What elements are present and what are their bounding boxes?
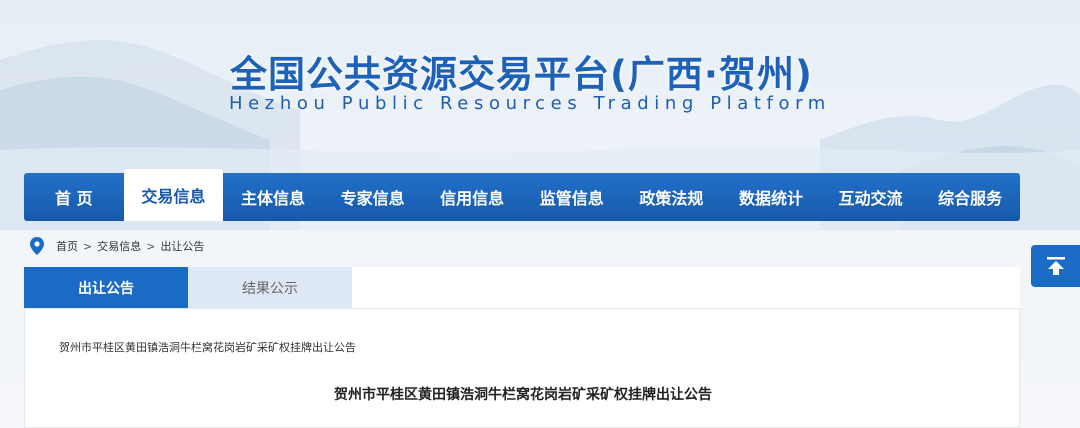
back-to-top-icon bbox=[1046, 257, 1065, 275]
nav-item-expert-info[interactable]: 专家信息 bbox=[323, 173, 423, 221]
site-subtitle: Hezhou Public Resources Trading Platform bbox=[229, 93, 831, 114]
breadcrumb-current: 出让公告 bbox=[160, 240, 205, 253]
nav-item-interaction[interactable]: 互动交流 bbox=[821, 173, 921, 221]
notice-content: 贺州市平桂区黄田镇浩洞牛栏窝花岗岩矿采矿权挂牌出让公告 贺州市平桂区黄田镇浩洞牛… bbox=[24, 309, 1020, 428]
nav-item-statistics[interactable]: 数据统计 bbox=[721, 173, 821, 221]
nav-item-home[interactable]: 首 页 bbox=[24, 173, 124, 221]
tab-result-notice[interactable]: 结果公示 bbox=[188, 267, 352, 308]
nav-item-supervision-info[interactable]: 监管信息 bbox=[522, 173, 622, 221]
breadcrumb-trading-info[interactable]: 交易信息 bbox=[97, 238, 141, 254]
main-nav: 首 页 交易信息 主体信息 专家信息 信用信息 监管信息 政策法规 数据统计 互… bbox=[24, 169, 1020, 221]
tab-transfer-notice[interactable]: 出让公告 bbox=[24, 267, 188, 308]
back-to-top-button[interactable] bbox=[1031, 245, 1080, 287]
breadcrumb-separator: > bbox=[83, 239, 93, 253]
breadcrumb-separator: > bbox=[146, 239, 156, 253]
location-pin-icon bbox=[30, 237, 44, 255]
content-panel: 出让公告 结果公示 贺州市平桂区黄田镇浩洞牛栏窝花岗岩矿采矿权挂牌出让公告 贺州… bbox=[24, 267, 1020, 428]
tab-bar: 出让公告 结果公示 bbox=[24, 267, 1020, 309]
nav-item-policies[interactable]: 政策法规 bbox=[622, 173, 722, 221]
nav-item-trading-info[interactable]: 交易信息 bbox=[123, 169, 224, 221]
list-item[interactable]: 贺州市平桂区黄田镇浩洞牛栏窝花岗岩矿采矿权挂牌出让公告 bbox=[59, 339, 356, 355]
breadcrumb: 首页 > 交易信息 > 出让公告 bbox=[30, 236, 204, 256]
site-title: 全国公共资源交易平台(广西·贺州) bbox=[230, 53, 813, 96]
breadcrumb-home[interactable]: 首页 bbox=[56, 238, 78, 254]
nav-item-entity-info[interactable]: 主体信息 bbox=[223, 173, 323, 221]
nav-item-services[interactable]: 综合服务 bbox=[920, 173, 1020, 221]
notice-title: 贺州市平桂区黄田镇浩洞牛栏窝花岗岩矿采矿权挂牌出让公告 bbox=[334, 387, 712, 403]
nav-item-credit-info[interactable]: 信用信息 bbox=[422, 173, 522, 221]
